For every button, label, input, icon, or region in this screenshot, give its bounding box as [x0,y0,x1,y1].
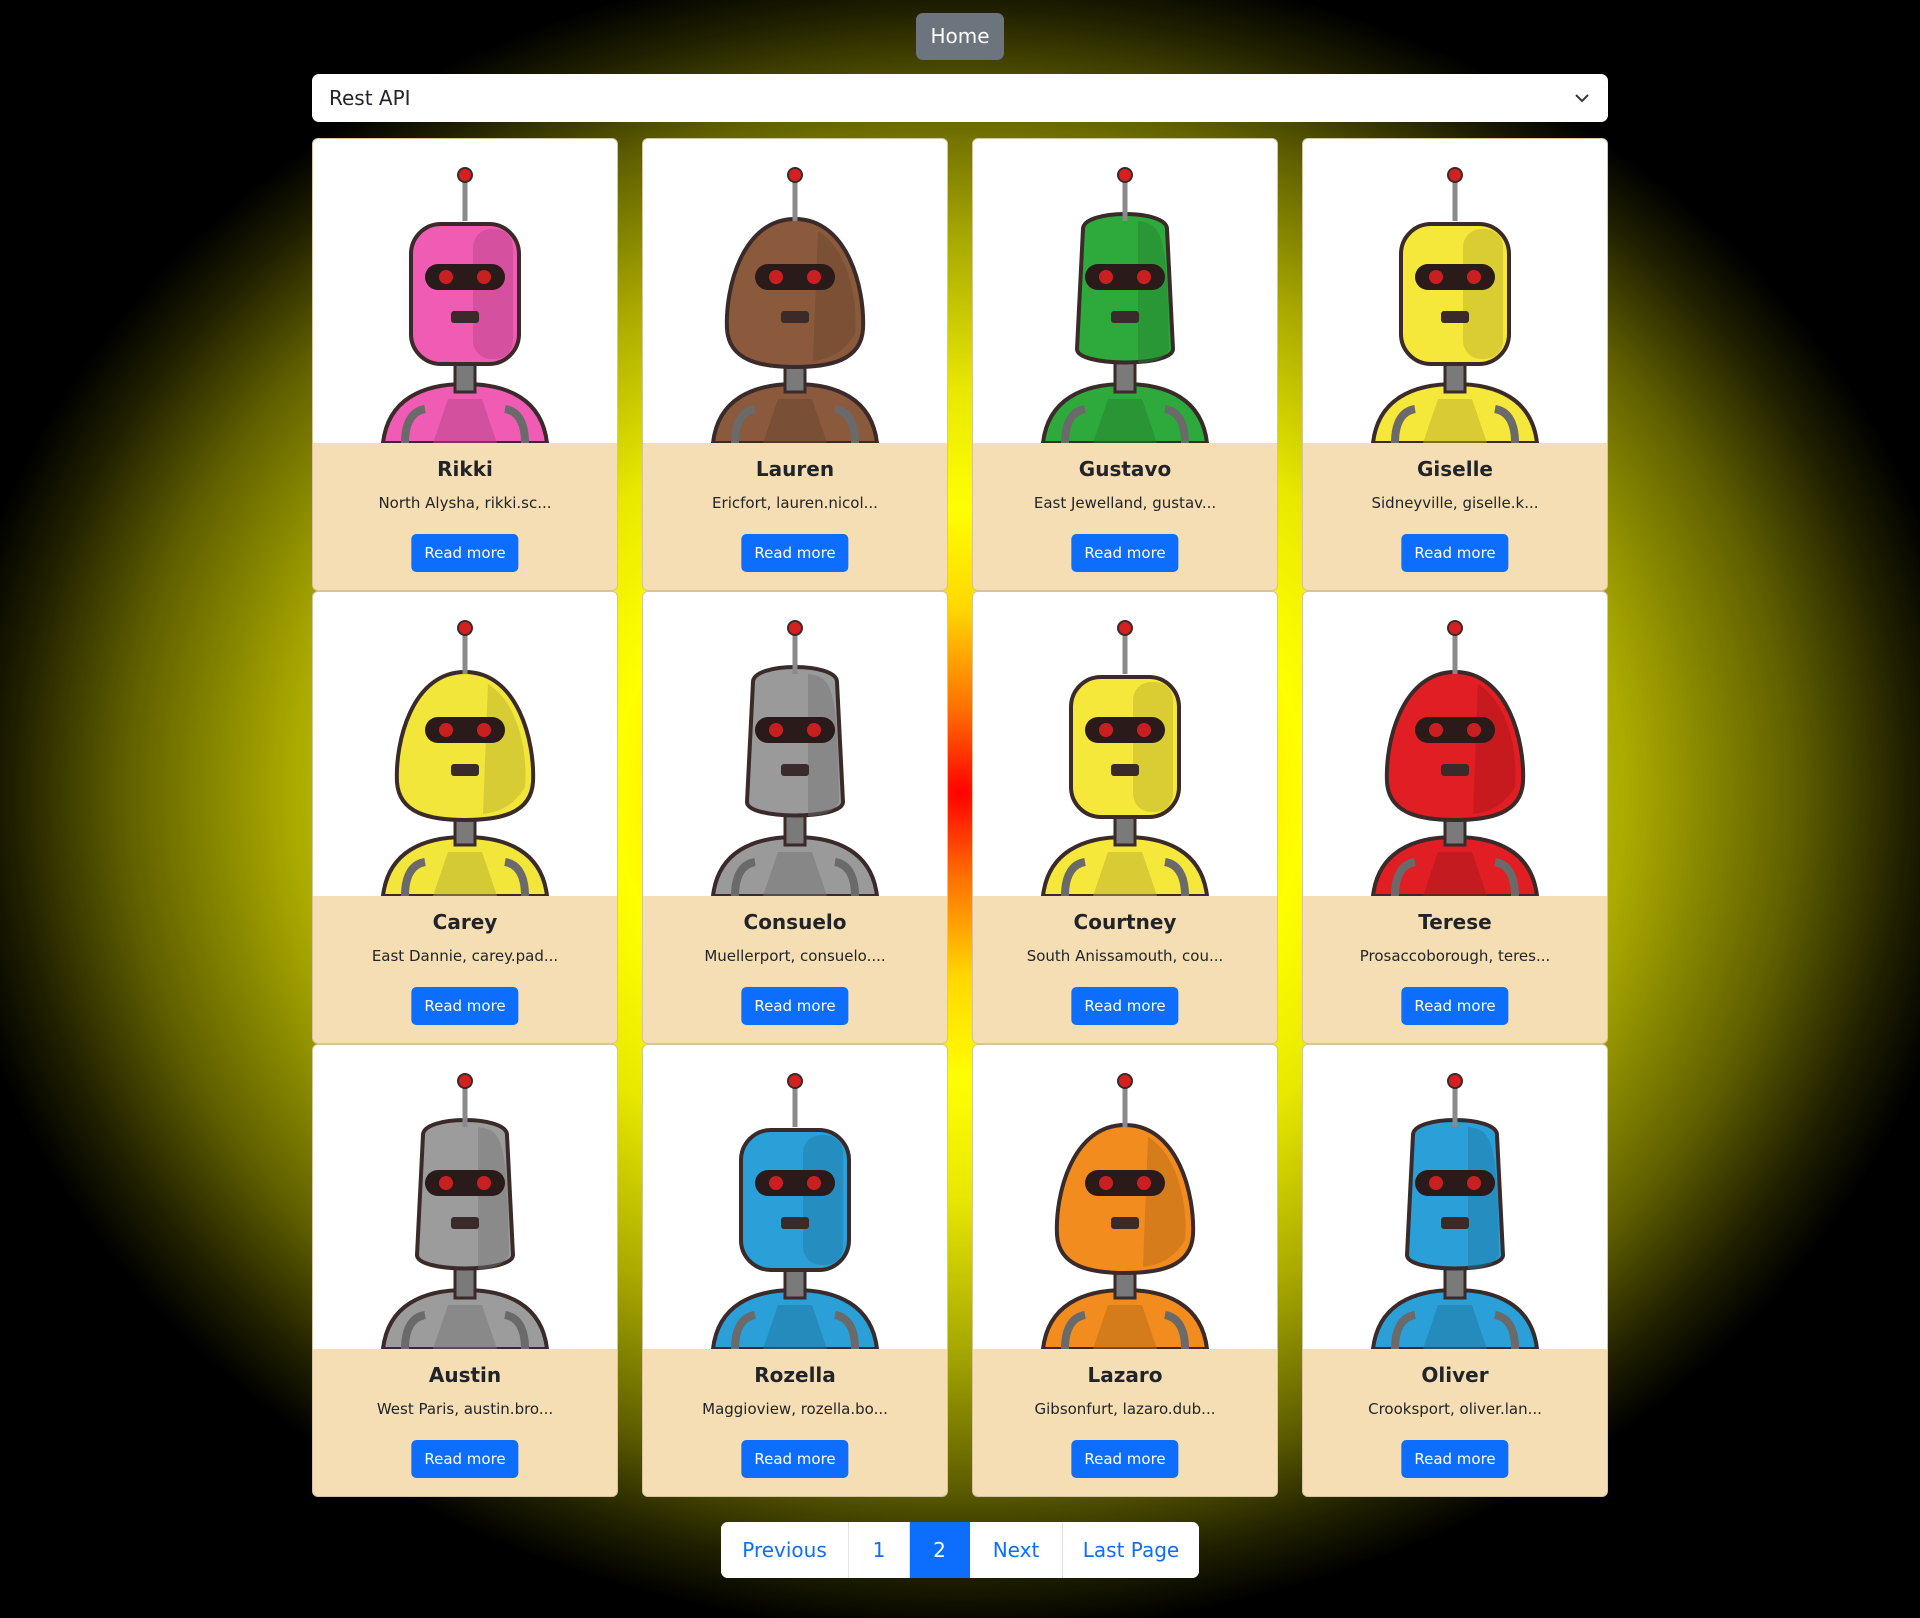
read-more-button[interactable]: Read more [1071,534,1179,572]
read-more-button[interactable]: Read more [1071,1440,1179,1478]
home-button[interactable]: Home [916,13,1004,60]
robot-card: Austin West Paris, austin.bro... Read mo… [312,1044,618,1497]
robot-name: Giselle [1416,457,1493,481]
robot-card: Courtney South Anissamouth, cou... Read … [972,591,1278,1044]
read-more-button[interactable]: Read more [411,1440,519,1478]
read-more-button[interactable]: Read more [741,987,849,1025]
robot-illustration [710,167,880,443]
robot-name: Consuelo [743,910,847,934]
robot-illustration [1370,167,1540,443]
robot-name: Lauren [755,457,835,481]
robot-name: Courtney [1073,910,1177,934]
robot-description: Gibsonfurt, lazaro.dub... [1034,1400,1216,1418]
robot-avatar-image [643,1045,947,1349]
read-more-button[interactable]: Read more [1401,987,1509,1025]
robot-name: Oliver [1421,1363,1489,1387]
robot-avatar-image [1303,592,1607,896]
data-source-select-value: Rest API [329,86,411,110]
robot-card: Oliver Crooksport, oliver.lan... Read mo… [1302,1044,1608,1497]
robot-description: South Anissamouth, cou... [1026,947,1224,965]
pagination-page-1[interactable]: 1 [849,1522,910,1578]
robot-name: Rozella [754,1363,836,1387]
robot-illustration [710,1073,880,1349]
robot-card: Carey East Dannie, carey.pad... Read mor… [312,591,618,1044]
robot-card: Giselle Sidneyville, giselle.k... Read m… [1302,138,1608,591]
robot-card: Gustavo East Jewelland, gustav... Read m… [972,138,1278,591]
robot-illustration [1040,1073,1210,1349]
robot-card: Lauren Ericfort, lauren.nicol... Read mo… [642,138,948,591]
robot-illustration [1040,620,1210,896]
robot-description: Maggioview, rozella.bo... [702,1400,888,1418]
read-more-button[interactable]: Read more [1401,534,1509,572]
robot-avatar-image [643,139,947,443]
robot-avatar-image [1303,139,1607,443]
robot-card: Terese Prosaccoborough, teres... Read mo… [1302,591,1608,1044]
read-more-button[interactable]: Read more [411,534,519,572]
robot-name: Gustavo [1078,457,1172,481]
robot-illustration [1370,620,1540,896]
robot-name: Rikki [437,457,493,481]
read-more-button[interactable]: Read more [741,534,849,572]
pagination: Previous 1 2 Next Last Page [721,1522,1199,1578]
robot-description: Prosaccoborough, teres... [1359,947,1551,965]
robot-avatar-image [643,592,947,896]
robot-avatar-image [973,592,1277,896]
robot-description: East Dannie, carey.pad... [371,947,559,965]
read-more-button[interactable]: Read more [1071,987,1179,1025]
robot-avatar-image [973,1045,1277,1349]
robot-avatar-image [1303,1045,1607,1349]
robot-avatar-image [313,1045,617,1349]
read-more-button[interactable]: Read more [411,987,519,1025]
robot-avatar-image [973,139,1277,443]
robot-illustration [1370,1073,1540,1349]
robot-name: Lazaro [1087,1363,1163,1387]
read-more-button[interactable]: Read more [1401,1440,1509,1478]
robot-avatar-image [313,139,617,443]
robot-description: Ericfort, lauren.nicol... [712,494,878,512]
robot-description: West Paris, austin.bro... [376,1400,554,1418]
robot-card: Consuelo Muellerport, consuelo.... Read … [642,591,948,1044]
robot-card: Lazaro Gibsonfurt, lazaro.dub... Read mo… [972,1044,1278,1497]
robot-avatar-image [313,592,617,896]
robot-name: Terese [1418,910,1492,934]
robot-description: Muellerport, consuelo.... [704,947,886,965]
robot-illustration [380,1073,550,1349]
pagination-last-page[interactable]: Last Page [1063,1522,1199,1578]
robot-grid: Rikki North Alysha, rikki.sc... Read mor… [312,138,1608,1497]
pagination-page-2[interactable]: 2 [910,1522,970,1578]
robot-description: Sidneyville, giselle.k... [1371,494,1539,512]
robot-description: Crooksport, oliver.lan... [1368,1400,1542,1418]
read-more-button[interactable]: Read more [741,1440,849,1478]
robot-illustration [380,167,550,443]
robot-illustration [1040,167,1210,443]
robot-name: Austin [428,1363,502,1387]
data-source-select[interactable]: Rest API [312,74,1608,122]
robot-card: Rozella Maggioview, rozella.bo... Read m… [642,1044,948,1497]
robot-card: Rikki North Alysha, rikki.sc... Read mor… [312,138,618,591]
robot-illustration [710,620,880,896]
robot-description: North Alysha, rikki.sc... [378,494,552,512]
robot-name: Carey [432,910,498,934]
pagination-next[interactable]: Next [970,1522,1063,1578]
robot-illustration [380,620,550,896]
robot-description: East Jewelland, gustav... [1033,494,1217,512]
chevron-down-icon [1574,74,1590,122]
pagination-previous[interactable]: Previous [721,1522,849,1578]
